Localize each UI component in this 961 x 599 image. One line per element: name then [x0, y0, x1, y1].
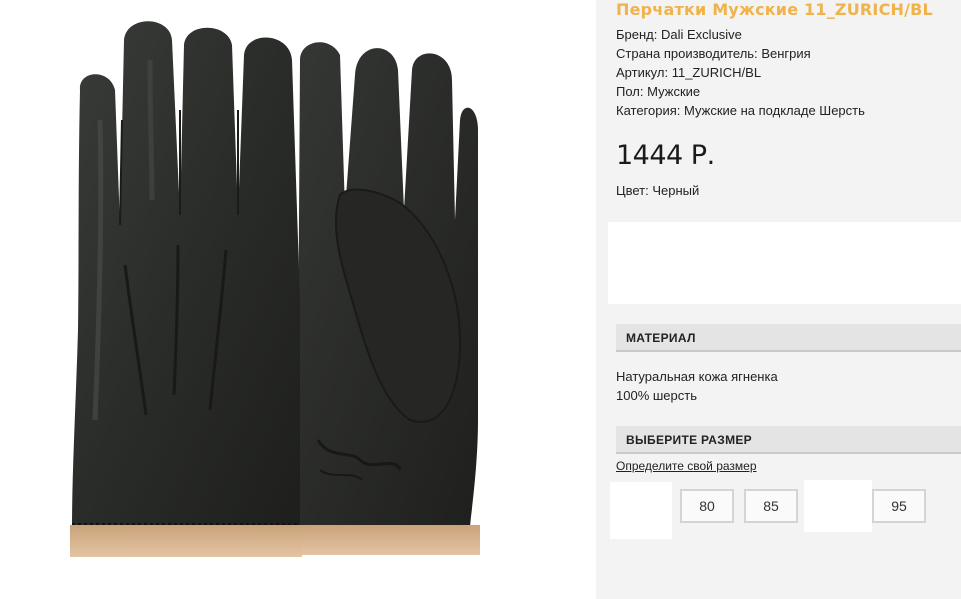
color-value: Черный — [652, 183, 700, 198]
size-option-95[interactable]: 95 — [872, 489, 926, 523]
color-swatch-area — [608, 222, 961, 304]
size-option-85[interactable]: 85 — [744, 489, 798, 523]
material-heading-bar: МАТЕРИАЛ — [616, 324, 961, 352]
spec-value: Венгрия — [761, 46, 811, 61]
spec-value: 11_ZURICH/BL — [671, 65, 762, 80]
spec-value: Dali Exclusive — [661, 27, 742, 42]
product-title: Перчатки Мужские 11_ZURICH/BL — [616, 0, 933, 19]
material-line-1: Натуральная кожа ягненка — [616, 369, 778, 384]
size-heading-bar: ВЫБЕРИТЕ РАЗМЕР — [616, 426, 961, 454]
material-line-2: 100% шерсть — [616, 388, 697, 403]
left-glove — [70, 21, 302, 557]
product-image-area — [0, 0, 596, 599]
spec-label: Страна производитель: — [616, 46, 758, 61]
product-color: Цвет: Черный — [616, 183, 699, 198]
spec-value: Мужские на подкладе Шерсть — [684, 103, 865, 118]
spec-country: Страна производитель: Венгрия — [616, 46, 811, 61]
size-placeholder — [610, 482, 672, 539]
product-price: 1444 Р. — [616, 140, 715, 171]
spec-category: Категория: Мужские на подкладе Шерсть — [616, 103, 865, 118]
spec-label: Категория: — [616, 103, 681, 118]
spec-sku: Артикул: 11_ZURICH/BL — [616, 65, 761, 80]
color-label: Цвет: — [616, 183, 649, 198]
size-heading: ВЫБЕРИТЕ РАЗМЕР — [626, 433, 752, 447]
spec-value: Мужские — [647, 84, 701, 99]
right-glove — [298, 42, 480, 555]
spec-label: Артикул: — [616, 65, 669, 80]
size-guide-link[interactable]: Определите свой размер — [616, 459, 757, 473]
spec-gender: Пол: Мужские — [616, 84, 700, 99]
size-placeholder — [804, 480, 872, 532]
material-heading: МАТЕРИАЛ — [626, 331, 696, 345]
product-photo-gloves[interactable] — [0, 0, 596, 560]
product-info-panel: Перчатки Мужские 11_ZURICH/BL Бренд: Dal… — [596, 0, 961, 599]
size-option-80[interactable]: 80 — [680, 489, 734, 523]
spec-brand: Бренд: Dali Exclusive — [616, 27, 742, 42]
spec-label: Пол: — [616, 84, 644, 99]
spec-label: Бренд: — [616, 27, 658, 42]
